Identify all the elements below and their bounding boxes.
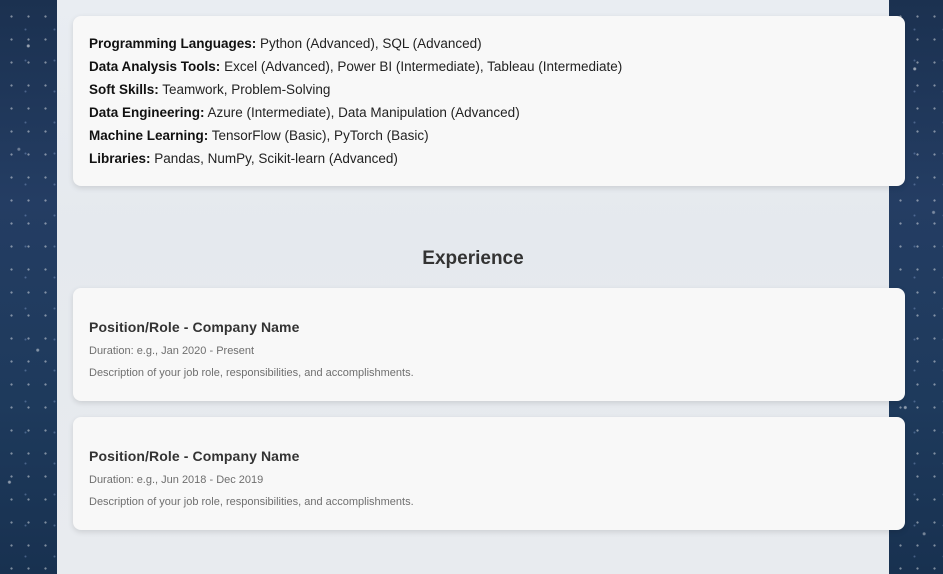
- skill-value: Excel (Advanced), Power BI (Intermediate…: [224, 59, 623, 74]
- skill-value: Teamwork, Problem-Solving: [162, 82, 331, 97]
- experience-card: Position/Role - Company Name Duration: e…: [73, 417, 905, 530]
- skill-label: Programming Languages:: [89, 36, 257, 51]
- skill-label: Soft Skills:: [89, 82, 159, 97]
- experience-duration: Duration: e.g., Jun 2018 - Dec 2019: [89, 474, 264, 486]
- skill-value: Azure (Intermediate), Data Manipulation …: [207, 105, 520, 120]
- experience-description: Description of your job role, responsibi…: [89, 496, 414, 508]
- skill-row-data-engineering: Data Engineering: Azure (Intermediate), …: [89, 101, 905, 124]
- skills-card: Programming Languages: Python (Advanced)…: [73, 16, 905, 186]
- skill-row-soft-skills: Soft Skills: Teamwork, Problem-Solving: [89, 78, 905, 101]
- skill-row-data-analysis-tools: Data Analysis Tools: Excel (Advanced), P…: [89, 55, 905, 78]
- experience-title: Position/Role - Company Name: [89, 319, 300, 335]
- skill-label: Machine Learning:: [89, 128, 209, 143]
- experience-description: Description of your job role, responsibi…: [89, 367, 414, 379]
- skill-row-libraries: Libraries: Pandas, NumPy, Scikit-learn (…: [89, 147, 905, 170]
- skill-value: Pandas, NumPy, Scikit-learn (Advanced): [154, 151, 398, 166]
- skill-label: Data Engineering:: [89, 105, 205, 120]
- skill-value: Python (Advanced), SQL (Advanced): [260, 36, 482, 51]
- skill-label: Data Analysis Tools:: [89, 59, 221, 74]
- experience-title: Position/Role - Company Name: [89, 448, 300, 464]
- starfield-background-left: [0, 0, 57, 574]
- experience-duration: Duration: e.g., Jan 2020 - Present: [89, 345, 255, 357]
- skill-row-machine-learning: Machine Learning: TensorFlow (Basic), Py…: [89, 124, 905, 147]
- experience-card: Position/Role - Company Name Duration: e…: [73, 288, 905, 401]
- experience-heading: Experience: [422, 248, 524, 269]
- skill-label: Libraries:: [89, 151, 151, 166]
- skill-value: TensorFlow (Basic), PyTorch (Basic): [211, 128, 429, 143]
- skill-row-programming-languages: Programming Languages: Python (Advanced)…: [89, 32, 905, 55]
